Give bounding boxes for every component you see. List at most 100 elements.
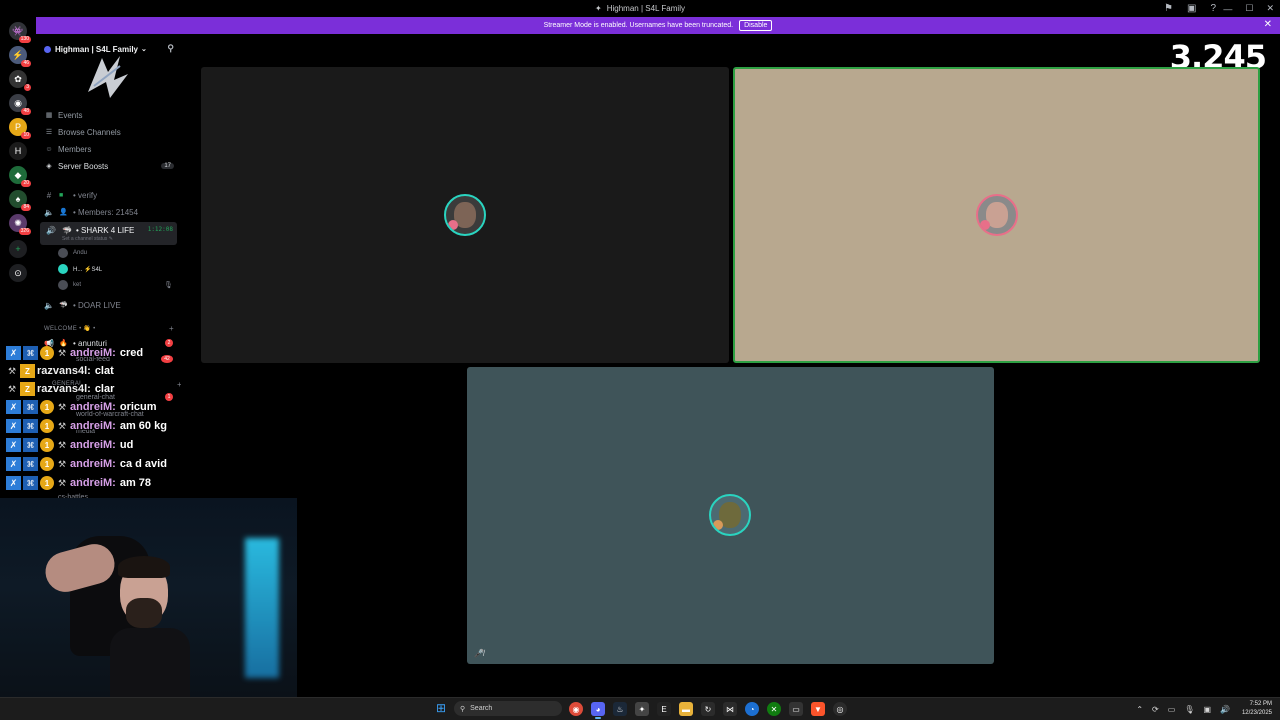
brave-icon[interactable]: ▼: [811, 702, 825, 716]
category-welcome[interactable]: WELCOME • 👋 • +: [44, 322, 174, 334]
taskbar-clock[interactable]: 7:52 PM 12/23/2025: [1232, 700, 1272, 718]
voice-tile[interactable]: [201, 67, 729, 363]
chat-message: ✗ ⌘ 1 ⚒ andreiM: cred: [6, 344, 143, 362]
voice-tile-speaking[interactable]: [733, 67, 1260, 363]
server-icon[interactable]: H: [9, 142, 27, 160]
mic-icon[interactable]: 🎙: [1184, 705, 1194, 714]
app-icon[interactable]: ◎: [833, 702, 847, 716]
sub-badge-icon: ✗: [6, 419, 21, 433]
voice-timer: 1:12:08: [147, 226, 173, 233]
search-label: Search: [470, 705, 493, 712]
game-badge-icon: ⌘: [23, 476, 38, 490]
server-icon[interactable]: ◉ 48: [9, 94, 31, 115]
nav-label: Browse Channels: [58, 127, 121, 137]
nav-events[interactable]: ▦ Events: [44, 108, 174, 122]
minimize-button[interactable]: —: [1223, 4, 1232, 14]
chrome-icon[interactable]: ◉: [569, 702, 583, 716]
game-badge-icon: ⌘: [23, 400, 38, 414]
channel-members-count[interactable]: 🔈 👤 • Members: 21454: [44, 205, 176, 219]
add-server-icon[interactable]: +: [9, 240, 27, 258]
chat-text: cred: [119, 347, 144, 359]
server-icon[interactable]: ✺ 326: [9, 214, 31, 235]
chat-text: am 78: [119, 477, 152, 489]
chat-username: andreiM:: [70, 439, 116, 451]
help-icon[interactable]: ?: [1210, 3, 1216, 14]
chat-text: clar: [94, 383, 115, 395]
chat-username: andreiM:: [70, 420, 116, 432]
add-channel-icon[interactable]: +: [169, 324, 174, 333]
chat-username: andreiM:: [70, 458, 116, 470]
app-icon[interactable]: ⋈: [723, 702, 737, 716]
disable-streamer-mode-button[interactable]: Disable: [739, 20, 773, 31]
nav-browse-channels[interactable]: ☰ Browse Channels: [44, 125, 174, 139]
xbox-icon[interactable]: ✕: [767, 702, 781, 716]
app-icon[interactable]: ↻: [701, 702, 715, 716]
mute-icon: 🎙: [164, 282, 173, 289]
add-member-icon[interactable]: ⚲: [167, 43, 174, 54]
voice-user[interactable]: Andu: [58, 246, 87, 260]
app-icon[interactable]: ▭: [789, 702, 803, 716]
chat-text: ud: [119, 439, 134, 451]
channel-verify[interactable]: # ■ • verify: [44, 188, 176, 202]
tool-badge-icon: ⚒: [57, 420, 67, 431]
server-icon[interactable]: ⚡ 46: [9, 46, 31, 67]
nav-label: Members: [58, 144, 92, 154]
close-window-button[interactable]: ✕: [1266, 3, 1274, 14]
hash-icon: #: [46, 190, 52, 200]
voice-user[interactable]: H... ⚡S4L: [58, 262, 102, 276]
sub-badge-icon: ✗: [6, 476, 21, 490]
chat-message: ✗ ⌘ 1 ⚒ andreiM: ca d avid: [6, 455, 167, 473]
windows-start-icon[interactable]: ⊞: [435, 701, 447, 715]
unread-badge: 46: [21, 60, 31, 67]
network-icon[interactable]: ▭: [1168, 705, 1176, 714]
avatar: [444, 194, 486, 236]
sync-icon[interactable]: ⟳: [1152, 705, 1159, 714]
game-badge-icon: ⌘: [23, 457, 38, 471]
nav-server-boosts[interactable]: ◈ Server Boosts 17: [44, 159, 174, 173]
discover-icon[interactable]: ⊙: [9, 264, 27, 282]
boost-icon: ◈: [46, 163, 52, 170]
discord-icon[interactable]: ◕: [591, 702, 605, 719]
tool-badge-icon: ⚒: [57, 458, 67, 469]
server-icon[interactable]: ♠ 84: [9, 190, 31, 211]
sub-badge-icon: ✗: [6, 346, 21, 360]
close-icon[interactable]: ✕: [1264, 19, 1272, 30]
app-icon[interactable]: ✦: [635, 702, 649, 716]
epic-games-icon[interactable]: E: [657, 702, 671, 716]
nav-label: Events: [58, 110, 83, 120]
channel-doar-live[interactable]: 🔈 🦈 • DOAR LIVE: [44, 298, 176, 312]
window-titlebar: ✦ Highman | S4L Family ⚑ ▣ ? — ☐ ✕: [0, 0, 1280, 17]
maximize-button[interactable]: ☐: [1245, 3, 1253, 14]
monitor-icon[interactable]: ▣: [1203, 705, 1211, 714]
server-icon[interactable]: ✿ 3: [9, 70, 31, 91]
chat-username: razvans4l:: [37, 365, 91, 377]
active-voice-channel[interactable]: 🔊 🦈 • SHARK 4 LIFE 1:12:08 Set a channel…: [40, 222, 177, 245]
server-icon[interactable]: ◆ 20: [9, 166, 31, 187]
steam-icon[interactable]: ♨: [613, 702, 627, 716]
voice-user[interactable]: ket: [58, 278, 81, 292]
nav-members[interactable]: ☺ Members: [44, 142, 174, 156]
volume-icon[interactable]: 🔊: [1220, 705, 1230, 714]
taskbar-search[interactable]: ⚲ Search: [454, 701, 562, 716]
server-icon[interactable]: P 10: [9, 118, 31, 139]
direct-messages-icon[interactable]: 👾 130: [9, 22, 31, 43]
inbox-icon[interactable]: ⚑: [1164, 3, 1173, 14]
voice-channel-name: • SHARK 4 LIFE: [76, 226, 135, 235]
chevron-up-icon[interactable]: ⌃: [1136, 705, 1143, 714]
members-icon: ☺: [45, 145, 53, 153]
stream-chat-overlay: ✗ ⌘ 1 ⚒ andreiM: cred ⚒ Z razvans4l: clat ⚒ Z…: [6, 344, 206, 496]
avatar: [976, 194, 1018, 236]
chat-text: am 60 kg: [119, 420, 167, 432]
channel-status[interactable]: Set a channel status ✎: [62, 236, 113, 242]
shark-icon: 🦈: [59, 302, 68, 309]
screen-icon[interactable]: ▣: [1187, 3, 1196, 14]
voice-tile[interactable]: 🎤̸: [467, 367, 994, 664]
coin-badge-icon: 1: [40, 400, 54, 414]
sub-badge-icon: ✗: [6, 400, 21, 414]
folder-icon[interactable]: ▬: [679, 702, 693, 716]
app-icon[interactable]: ◔: [745, 702, 759, 716]
avatar: [58, 264, 68, 274]
tool-badge-icon: ⚒: [57, 477, 67, 488]
windows-taskbar: ⊞ ⚲ Search ◉ ◕ ♨ ✦ E ▬ ↻ ⋈ ◔ ✕ ▭ ▼ ◎ ⌃ ⟳…: [0, 697, 1280, 720]
coin-badge-icon: 1: [40, 457, 54, 471]
